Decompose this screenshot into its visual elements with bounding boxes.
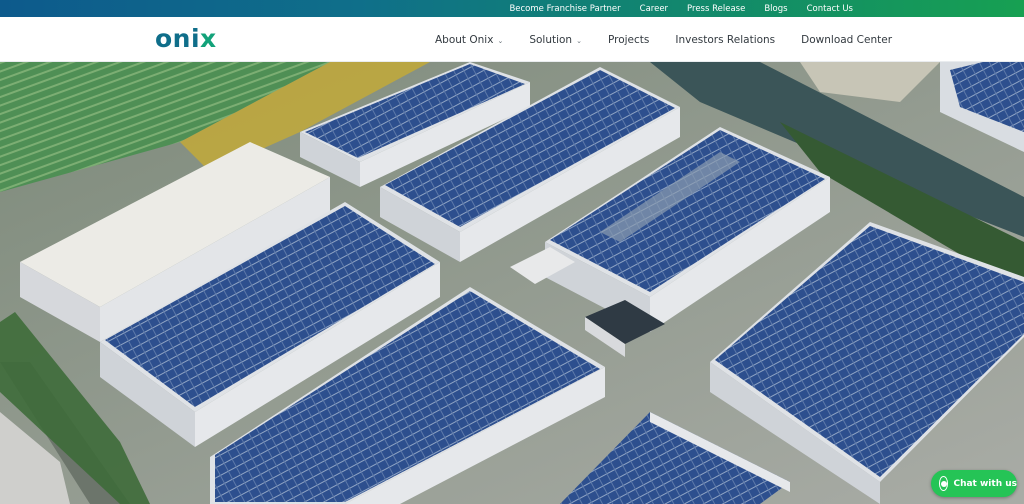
become-franchise-partner-link[interactable]: Become Franchise Partner [509, 4, 620, 14]
aerial-solar-factory-illustration [0, 62, 1024, 504]
nav-about-onix[interactable]: About Onix ⌄ [435, 34, 503, 46]
top-utility-bar: Become Franchise Partner Career Press Re… [0, 0, 1024, 17]
nav-projects[interactable]: Projects [608, 34, 649, 46]
hero-aerial-image [0, 62, 1024, 504]
onix-logo[interactable]: onix [155, 24, 217, 54]
nav-projects-label: Projects [607, 33, 650, 46]
blogs-link[interactable]: Blogs [764, 4, 787, 14]
contact-us-link[interactable]: Contact Us [807, 4, 853, 14]
career-link[interactable]: Career [640, 4, 668, 14]
nav-investors-relations[interactable]: Investors Relations [675, 34, 775, 46]
main-nav: About Onix ⌄ Solution ⌄ Projects Investo… [435, 17, 892, 62]
chevron-down-icon: ⌄ [497, 36, 504, 45]
press-release-link[interactable]: Press Release [687, 4, 745, 14]
chat-label: Chat with us [953, 478, 1017, 489]
nav-investors-relations-label: Investors Relations [675, 33, 776, 46]
nav-download-center[interactable]: Download Center [801, 34, 892, 46]
nav-solution[interactable]: Solution ⌄ [529, 34, 582, 46]
main-header: onix About Onix ⌄ Solution ⌄ Projects In… [0, 17, 1024, 62]
whatsapp-icon [939, 476, 949, 491]
nav-download-center-label: Download Center [801, 33, 893, 46]
nav-solution-label: Solution [529, 33, 573, 46]
chevron-down-icon: ⌄ [576, 36, 582, 45]
nav-about-onix-label: About Onix [435, 33, 494, 46]
chat-with-us-button[interactable]: Chat with us [931, 470, 1017, 497]
